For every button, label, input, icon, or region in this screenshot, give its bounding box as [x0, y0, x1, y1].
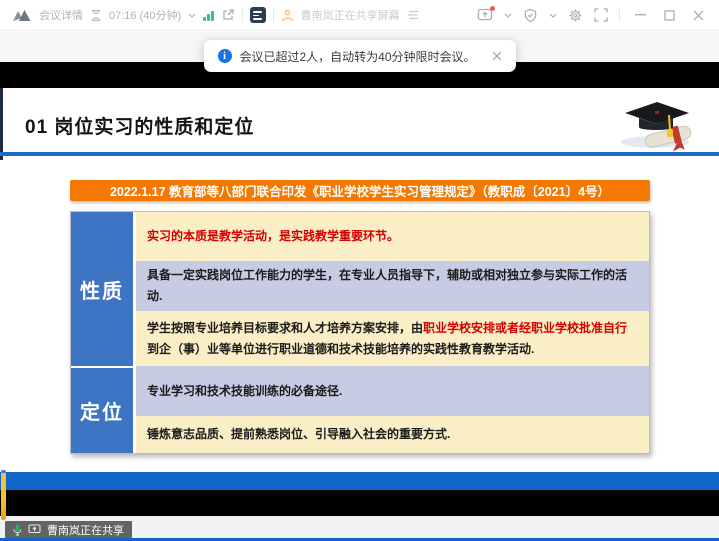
- toast-message: 会议已超过2人，自动转为40分钟限时会议。: [239, 48, 475, 65]
- table-row: 锤炼意志品质、提前熟悉岗位、引导融入社会的重要方式.: [136, 416, 649, 453]
- slide-left-edge: [0, 88, 3, 160]
- table-row: 实习的本质是教学活动，是实践教学重要环节。: [136, 212, 649, 261]
- internship-table: 性质实习的本质是教学活动，是实践教学重要环节。具备一定实践岗位工作能力的学生，在…: [70, 211, 650, 454]
- toolbar-divider: [619, 9, 620, 22]
- signal-icon[interactable]: [203, 10, 214, 21]
- chevron-down-icon[interactable]: [188, 13, 196, 18]
- meeting-details-button[interactable]: 会议详情: [39, 7, 83, 23]
- chevron-down-icon[interactable]: [549, 13, 557, 18]
- list-icon[interactable]: [407, 10, 419, 20]
- meeting-timer[interactable]: 07:16 (40分钟): [109, 7, 181, 23]
- close-icon[interactable]: [689, 6, 707, 24]
- close-icon[interactable]: [492, 51, 502, 61]
- slide-footer-bar: [0, 472, 719, 490]
- table-row: 具备一定实践岗位工作能力的学生，在专业人员指导下，辅助或相对独立参与实际工作的活…: [136, 261, 649, 311]
- scroll-indicator[interactable]: [1, 470, 6, 520]
- meeting-toolbar: 会议详情 07:16 (40分钟) 曹南岚正在共享屏幕: [0, 0, 719, 31]
- sharing-indicator-label: 曹南岚正在共享: [47, 522, 124, 538]
- table-row: 学生按照专业培养目标要求和人才培养方案安排，由职业学校安排或者经职业学校批准自行…: [136, 311, 649, 366]
- shield-check-icon[interactable]: [523, 8, 538, 23]
- table-group-label: 定位: [71, 368, 133, 453]
- meeting-limit-toast: i 会议已超过2人，自动转为40分钟限时会议。: [203, 40, 515, 72]
- policy-banner: 2022.1.17 教育部等八部门联合印发《职业学校学生实习管理规定》（教职成〔…: [70, 180, 650, 201]
- screen-share-icon: [28, 524, 41, 535]
- sharing-indicator-badge[interactable]: 曹南岚正在共享: [5, 521, 132, 538]
- table-group: 定位专业学习和技术技能训练的必备途径.锤炼意志品质、提前熟悉岗位、引导融入社会的…: [71, 366, 649, 453]
- meeting-window: 会议详情 07:16 (40分钟) 曹南岚正在共享屏幕: [0, 0, 719, 541]
- shared-slide: 01 岗位实习的性质和定位 2022.1.17 教育部等八部门联合印发《职业学校…: [0, 88, 719, 472]
- hourglass-icon: [90, 9, 102, 22]
- minimize-icon[interactable]: [631, 6, 649, 24]
- presenter-icon: [281, 9, 294, 22]
- notes-doc-icon[interactable]: [250, 7, 266, 23]
- table-group: 性质实习的本质是教学活动，是实践教学重要环节。具备一定实践岗位工作能力的学生，在…: [71, 212, 649, 366]
- gear-icon[interactable]: [568, 8, 583, 23]
- open-external-icon[interactable]: [221, 8, 235, 22]
- sharing-status-label: 曹南岚正在共享屏幕: [301, 7, 400, 23]
- mic-icon: [13, 524, 22, 536]
- maximize-icon[interactable]: [660, 6, 678, 24]
- info-icon: i: [217, 49, 231, 63]
- toolbar-divider: [242, 9, 243, 22]
- graduation-cap-image: [611, 96, 703, 154]
- share-select-icon[interactable]: [477, 8, 493, 22]
- table-row: 专业学习和技术技能训练的必备途径.: [136, 366, 649, 416]
- table-group-label: 性质: [71, 212, 133, 366]
- slide-title: 01 岗位实习的性质和定位: [25, 112, 254, 139]
- letterbox-bottom: [0, 490, 719, 516]
- meeting-logo-icon: [12, 9, 32, 22]
- notification-dot: [490, 6, 495, 11]
- fullscreen-icon[interactable]: [594, 8, 608, 22]
- title-underline: [0, 152, 719, 156]
- chevron-down-icon[interactable]: [504, 13, 512, 18]
- toolbar-divider: [273, 9, 274, 22]
